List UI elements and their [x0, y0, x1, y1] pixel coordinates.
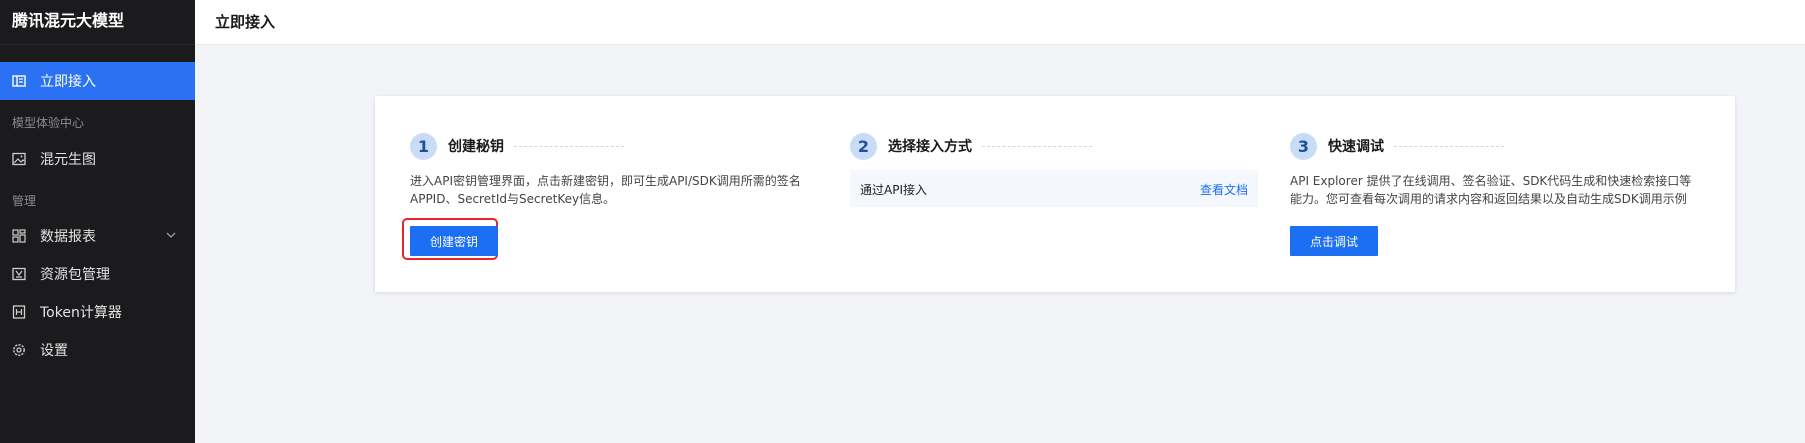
create-key-button[interactable]: 创建密钥: [410, 226, 498, 256]
sidebar-item-token-calculator[interactable]: Token计算器: [0, 293, 195, 331]
calculator-icon: [12, 305, 26, 319]
step-quick-debug: 3 快速调试 API Explorer 提供了在线调用、签名验证、SDK代码生成…: [1290, 132, 1710, 208]
sidebar-item-image-gen[interactable]: 混元生图: [0, 140, 195, 178]
gear-icon: [12, 343, 26, 357]
step-title: 选择接入方式: [888, 139, 972, 155]
step-number: 1: [410, 132, 437, 160]
description-line: 能力。您可查看每次调用的请求内容和返回结果以及自动生成SDK调用示例: [1290, 192, 1687, 206]
sidebar-item-resource-packages[interactable]: 资源包管理: [0, 255, 195, 293]
sidebar-item-label: Token计算器: [40, 305, 122, 321]
step-choose-access: 2 选择接入方式: [850, 132, 1092, 160]
step-number: 2: [850, 132, 877, 160]
dashboard-icon: [12, 229, 26, 243]
step-description: 进入API密钥管理界面，点击新建密钥，即可生成API/SDK调用所需的签名 AP…: [410, 172, 830, 208]
view-docs-link[interactable]: 查看文档: [1200, 181, 1248, 198]
brand-title: 腾讯混元大模型: [0, 0, 195, 45]
access-method-row: 通过API接入 查看文档: [850, 170, 1258, 207]
step-title: 创建秘钥: [448, 139, 504, 155]
sidebar-item-reports[interactable]: 数据报表: [0, 217, 195, 255]
section-label-model-experience: 模型体验中心: [12, 116, 85, 130]
description-line: APPID、SecretId与SecretKey信息。: [410, 192, 616, 206]
image-icon: [12, 152, 26, 166]
step-title: 快速调试: [1328, 139, 1384, 155]
sidebar-item-quick-access[interactable]: 立即接入: [0, 62, 195, 100]
sidebar-item-label: 立即接入: [40, 74, 96, 90]
book-icon: [12, 74, 26, 88]
step-divider: [982, 145, 1092, 147]
access-method-label: 通过API接入: [860, 183, 927, 197]
quick-debug-button[interactable]: 点击调试: [1290, 226, 1378, 256]
sidebar-item-label: 混元生图: [40, 152, 96, 168]
sidebar-item-label: 数据报表: [40, 229, 96, 245]
description-line: 进入API密钥管理界面，点击新建密钥，即可生成API/SDK调用所需的签名: [410, 174, 801, 188]
step-divider: [1394, 145, 1504, 147]
package-icon: [12, 267, 26, 281]
header-bar: 立即接入: [195, 0, 1805, 45]
section-label-manage: 管理: [12, 194, 37, 208]
sidebar-item-settings[interactable]: 设置: [0, 331, 195, 369]
sidebar: 腾讯混元大模型 立即接入 模型体验中心 混元生图 管理 数据报表 资源包管理 T…: [0, 0, 195, 443]
step-create-key: 1 创建秘钥 进入API密钥管理界面，点击新建密钥，即可生成API/SDK调用所…: [410, 132, 830, 208]
step-divider: [514, 145, 624, 147]
description-line: API Explorer 提供了在线调用、签名验证、SDK代码生成和快速检索接口…: [1290, 174, 1692, 188]
getting-started-card: 1 创建秘钥 进入API密钥管理界面，点击新建密钥，即可生成API/SDK调用所…: [375, 96, 1735, 292]
step-number: 3: [1290, 132, 1317, 160]
page-title: 立即接入: [215, 13, 276, 31]
sidebar-item-label: 资源包管理: [40, 267, 110, 283]
chevron-down-icon: [166, 232, 176, 238]
step-description: API Explorer 提供了在线调用、签名验证、SDK代码生成和快速检索接口…: [1290, 172, 1710, 208]
sidebar-item-label: 设置: [40, 343, 68, 359]
